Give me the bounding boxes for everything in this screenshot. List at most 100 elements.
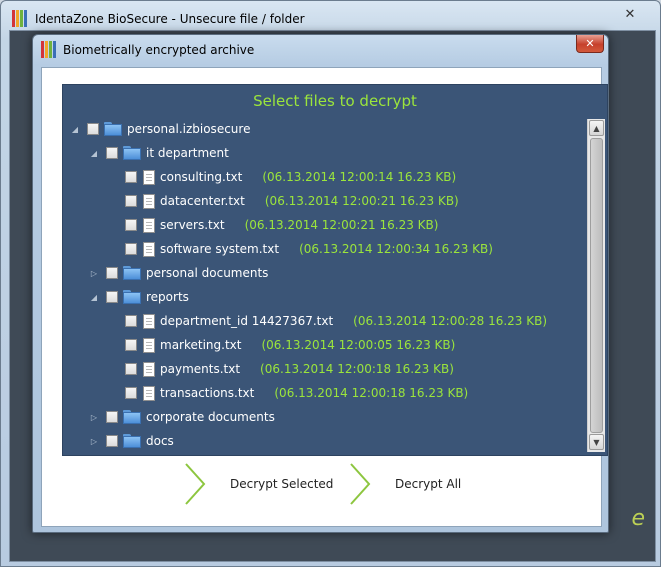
decrypt-all-label: Decrypt All xyxy=(395,477,462,491)
folder-icon xyxy=(123,266,141,280)
folder-name: personal.izbiosecure xyxy=(127,122,251,136)
file-info: (06.13.2014 12:00:14 16.23 KB) xyxy=(262,170,457,184)
scroll-up-button[interactable]: ▲ xyxy=(589,120,604,136)
text-file-icon xyxy=(143,385,155,401)
expand-toggle-icon[interactable]: ▷ xyxy=(88,431,100,451)
file-name: consulting.txt xyxy=(160,170,243,184)
folder-icon xyxy=(123,290,141,304)
expand-toggle-icon[interactable]: ◢ xyxy=(88,287,100,307)
vertical-scrollbar[interactable]: ▲ ▼ xyxy=(587,119,605,452)
select-checkbox[interactable] xyxy=(106,267,118,279)
encrypted-archive-dialog: Biometrically encrypted archive ✕ Select… xyxy=(32,34,609,533)
background-logo-text: e xyxy=(631,506,645,531)
folder-icon xyxy=(123,410,141,424)
tree-folder-row[interactable]: ◢ it department xyxy=(88,143,229,163)
expand-toggle-icon[interactable]: ▷ xyxy=(88,263,100,283)
folder-icon xyxy=(123,146,141,160)
select-checkbox[interactable] xyxy=(125,195,137,207)
outer-window-title: IdentaZone BioSecure - Unsecure file / f… xyxy=(35,12,305,26)
text-file-icon xyxy=(143,241,155,257)
file-info: (06.13.2014 12:00:18 16.23 KB) xyxy=(260,362,454,376)
file-info: (06.13.2014 12:00:21 16.23 KB) xyxy=(264,194,459,208)
expand-toggle-icon[interactable]: ◢ xyxy=(88,143,100,163)
file-info: (06.13.2014 12:00:28 16.23 KB) xyxy=(353,314,548,328)
tree-folder-row[interactable]: ▷ docs xyxy=(88,431,174,451)
text-file-icon xyxy=(143,361,155,377)
tree-file-row[interactable]: datacenter.txt (06.13.2014 12:00:21 16.23… xyxy=(107,191,459,211)
tree-file-row[interactable]: consulting.txt (06.13.2014 12:00:14 16.23… xyxy=(107,167,456,187)
file-info: (06.13.2014 12:00:05 16.23 KB) xyxy=(261,338,456,352)
tree-file-row[interactable]: transactions.txt (06.13.2014 12:00:18 16.… xyxy=(107,383,468,403)
tree-file-row[interactable]: payments.txt (06.13.2014 12:00:18 16.23 K… xyxy=(107,359,454,379)
file-name: datacenter.txt xyxy=(160,194,245,208)
dialog-app-icon xyxy=(41,41,57,58)
text-file-icon xyxy=(143,313,155,329)
folder-name: corporate documents xyxy=(146,410,275,424)
tree-file-row[interactable]: department_id 14427367.txt (06.13.2014 12… xyxy=(107,311,547,331)
folder-name: docs xyxy=(146,434,174,448)
folder-icon xyxy=(123,434,141,448)
dialog-title: Biometrically encrypted archive xyxy=(63,43,255,57)
select-checkbox[interactable] xyxy=(125,243,137,255)
file-info: (06.13.2014 12:00:18 16.23 KB) xyxy=(274,386,469,400)
select-checkbox[interactable] xyxy=(125,363,137,375)
text-file-icon xyxy=(143,169,155,185)
file-tree: ◢ personal.izbiosecure ◢ it department consu… xyxy=(63,85,607,455)
folder-name: reports xyxy=(146,290,189,304)
select-checkbox[interactable] xyxy=(125,171,137,183)
folder-name: personal documents xyxy=(146,266,269,280)
tree-folder-row[interactable]: ▷ corporate documents xyxy=(88,407,275,427)
tree-file-row[interactable]: servers.txt (06.13.2014 12:00:21 16.23 KB… xyxy=(107,215,438,235)
decrypt-all-button[interactable]: Decrypt All xyxy=(347,462,461,506)
chevron-right-icon xyxy=(350,463,371,505)
select-checkbox[interactable] xyxy=(106,411,118,423)
scroll-down-button[interactable]: ▼ xyxy=(589,434,604,450)
tree-file-row[interactable]: software system.txt (06.13.2014 12:00:34 … xyxy=(107,239,493,259)
select-checkbox[interactable] xyxy=(125,387,137,399)
expand-toggle-icon[interactable]: ▷ xyxy=(88,407,100,427)
file-name: software system.txt xyxy=(160,242,280,256)
tree-file-row[interactable]: marketing.txt (06.13.2014 12:00:05 16.23 … xyxy=(107,335,455,355)
file-name: transactions.txt xyxy=(160,386,255,400)
select-checkbox[interactable] xyxy=(87,123,99,135)
dialog-close-button[interactable]: ✕ xyxy=(576,35,604,53)
app-icon xyxy=(12,10,28,27)
decrypt-selected-button[interactable]: Decrypt Selected xyxy=(182,462,333,506)
folder-name: it department xyxy=(146,146,229,160)
select-checkbox[interactable] xyxy=(125,219,137,231)
file-name: department_id 14427367.txt xyxy=(160,314,334,328)
file-name: servers.txt xyxy=(160,218,225,232)
text-file-icon xyxy=(143,217,155,233)
tree-folder-row[interactable]: ◢ reports xyxy=(88,287,189,307)
select-checkbox[interactable] xyxy=(106,291,118,303)
tree-folder-row[interactable]: ◢ personal.izbiosecure xyxy=(69,119,250,139)
select-checkbox[interactable] xyxy=(106,147,118,159)
text-file-icon xyxy=(143,193,155,209)
file-name: payments.txt xyxy=(160,362,241,376)
dialog-content: Select files to decrypt ◢ personal.izbios… xyxy=(41,67,608,527)
file-name: marketing.txt xyxy=(160,338,242,352)
file-selection-panel: Select files to decrypt ◢ personal.izbios… xyxy=(62,84,608,456)
select-checkbox[interactable] xyxy=(125,339,137,351)
outer-close-button[interactable]: ✕ xyxy=(610,5,650,23)
text-file-icon xyxy=(143,337,155,353)
expand-toggle-icon[interactable]: ◢ xyxy=(69,119,81,139)
folder-icon xyxy=(104,122,122,136)
file-info: (06.13.2014 12:00:21 16.23 KB) xyxy=(244,218,439,232)
chevron-right-icon xyxy=(185,463,206,505)
outer-window: IdentaZone BioSecure - Unsecure file / f… xyxy=(0,0,661,567)
select-checkbox[interactable] xyxy=(125,315,137,327)
scroll-thumb[interactable] xyxy=(590,138,603,433)
tree-folder-row[interactable]: ▷ personal documents xyxy=(88,263,268,283)
decrypt-selected-label: Decrypt Selected xyxy=(230,477,334,491)
select-checkbox[interactable] xyxy=(106,435,118,447)
file-info: (06.13.2014 12:00:34 16.23 KB) xyxy=(299,242,493,256)
